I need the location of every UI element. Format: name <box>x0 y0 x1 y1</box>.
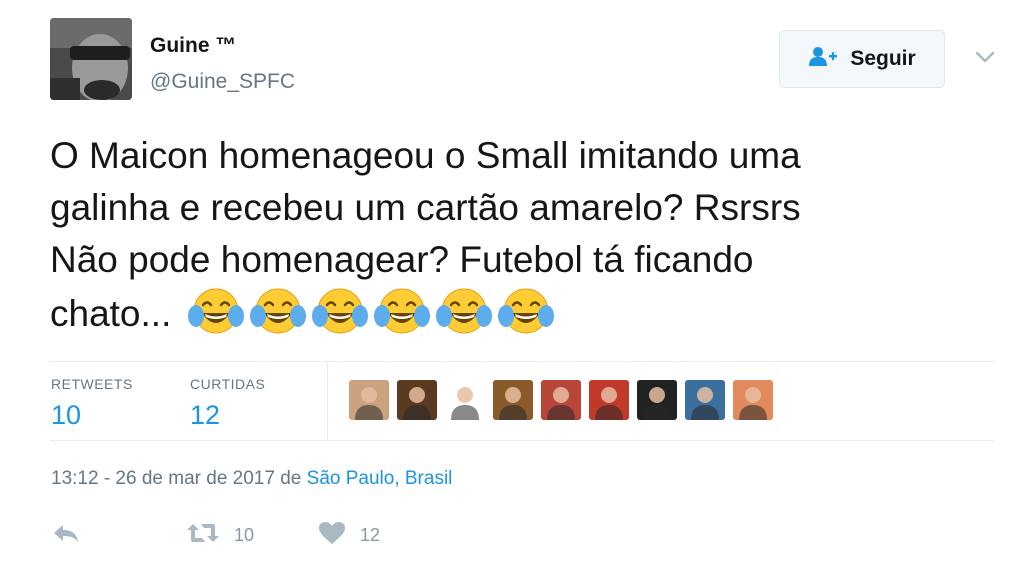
tweet-timestamp: 13:12 - 26 de mar de 2017 de São Paulo, … <box>51 468 452 490</box>
liker-avatar[interactable] <box>349 380 389 420</box>
follow-button[interactable]: Seguir <box>779 30 945 88</box>
tears-of-joy-emoji <box>311 286 368 336</box>
liker-avatar[interactable] <box>541 380 581 420</box>
emoji-row <box>187 286 554 336</box>
stats-separator <box>327 362 328 440</box>
like-count: 12 <box>360 525 381 545</box>
timestamp-text[interactable]: 13:12 - 26 de mar de 2017 de <box>51 468 307 489</box>
likes-label: CURTIDAS <box>190 376 266 392</box>
tears-of-joy-emoji <box>373 286 430 336</box>
liker-avatar[interactable] <box>685 380 725 420</box>
retweets-count: 10 <box>51 400 82 430</box>
tweet-actions: 10 12 <box>52 521 380 550</box>
location-link[interactable]: São Paulo, Brasil <box>307 468 453 489</box>
follow-label: Seguir <box>850 47 916 70</box>
liker-avatar[interactable] <box>637 380 677 420</box>
tears-of-joy-emoji <box>249 286 306 336</box>
divider-bottom <box>50 440 994 441</box>
heart-icon <box>318 521 346 550</box>
tears-of-joy-emoji <box>497 286 554 336</box>
retweets-label: RETWEETS <box>51 376 133 392</box>
liker-avatar[interactable] <box>733 380 773 420</box>
liker-avatars <box>349 380 773 420</box>
user-name[interactable]: Guine ™ <box>150 34 236 58</box>
retweet-icon <box>186 521 220 550</box>
tears-of-joy-emoji <box>187 286 244 336</box>
tweet-line-last: chato... <box>50 286 990 340</box>
liker-avatar[interactable] <box>445 380 485 420</box>
tweet-line: chato... <box>50 293 172 334</box>
reply-icon <box>52 522 80 549</box>
likes-count: 12 <box>190 400 221 430</box>
retweet-button[interactable]: 10 <box>186 521 254 550</box>
avatar[interactable] <box>50 18 132 100</box>
follow-user-icon <box>808 46 838 73</box>
tears-of-joy-emoji <box>435 286 492 336</box>
tweet-line: Não pode homenagear? Futebol tá ficando <box>50 239 754 280</box>
likes-stat[interactable]: CURTIDAS 12 <box>190 376 265 431</box>
tweet-line: O Maicon homenageou o Small imitando uma <box>50 135 801 176</box>
tweet-line: galinha e recebeu um cartão amarelo? Rsr… <box>50 187 801 228</box>
like-button[interactable]: 12 <box>318 521 380 550</box>
retweets-stat[interactable]: RETWEETS 10 <box>51 376 133 431</box>
tweet-text: O Maicon homenageou o Small imitando uma… <box>50 130 990 340</box>
liker-avatar[interactable] <box>397 380 437 420</box>
retweet-count: 10 <box>234 525 255 545</box>
liker-avatar[interactable] <box>493 380 533 420</box>
reply-button[interactable] <box>52 522 80 549</box>
user-handle[interactable]: @Guine_SPFC <box>150 70 295 94</box>
liker-avatar[interactable] <box>589 380 629 420</box>
chevron-down-icon[interactable] <box>974 48 996 66</box>
divider-top <box>50 361 994 362</box>
